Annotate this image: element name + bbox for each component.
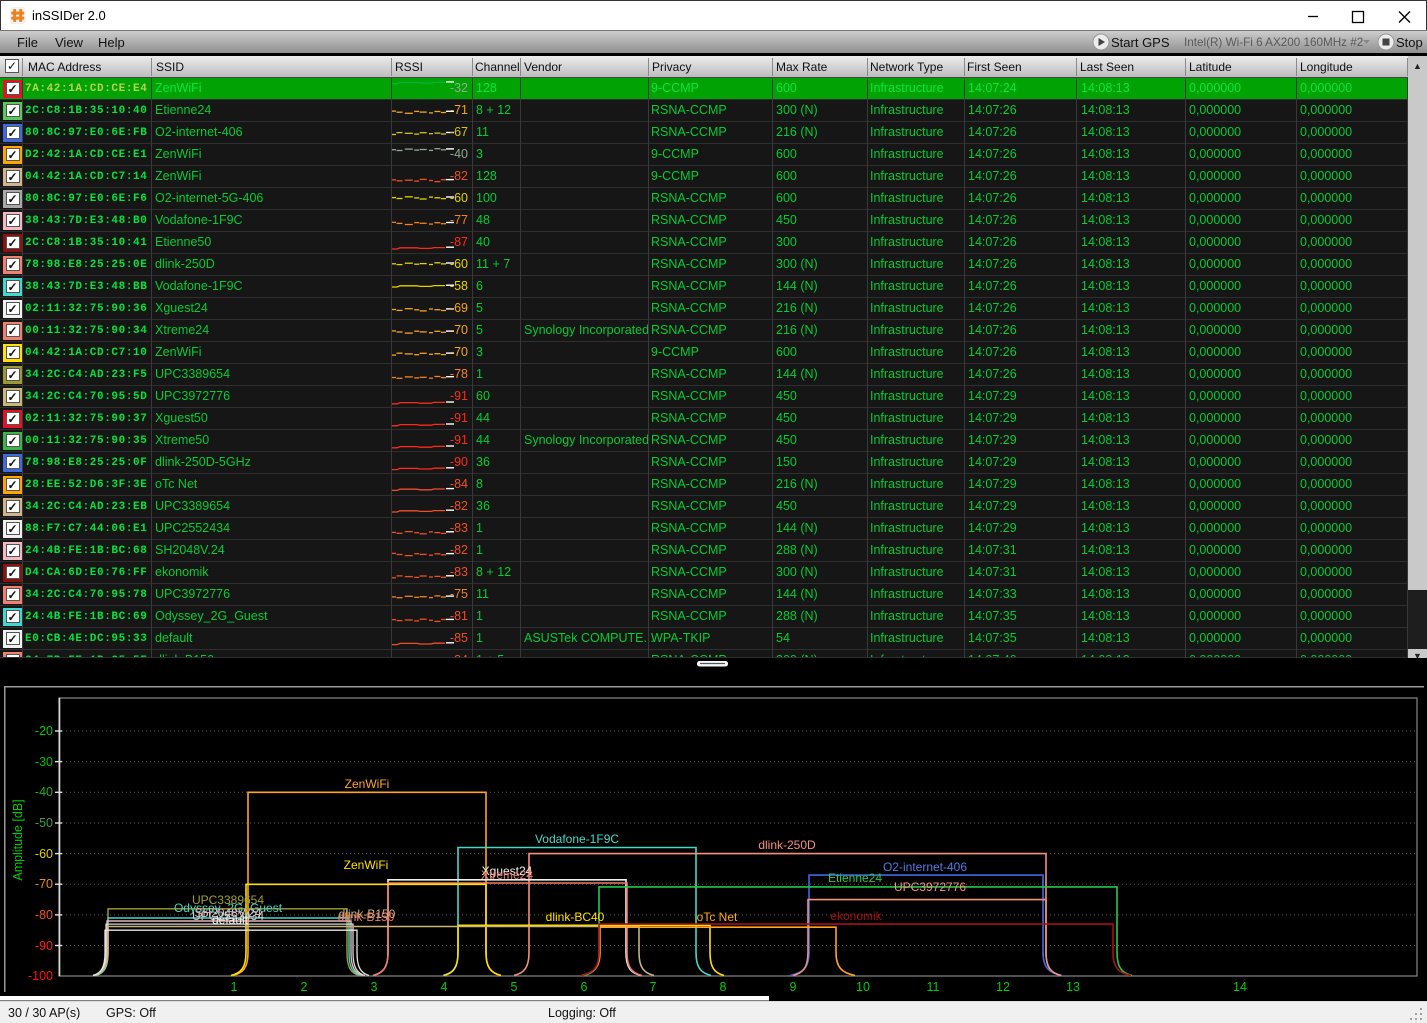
svg-text:14: 14 [1233, 980, 1247, 994]
svg-text:Xtreme24: Xtreme24 [481, 868, 533, 882]
svg-text:-90: -90 [35, 939, 53, 953]
svg-text:-100: -100 [28, 969, 53, 983]
svg-text:Amplitude [dB]: Amplitude [dB] [11, 799, 25, 880]
svg-text:2: 2 [301, 980, 308, 994]
svg-text:ekonomik: ekonomik [830, 909, 882, 923]
svg-text:7: 7 [650, 980, 657, 994]
svg-text:12: 12 [996, 980, 1010, 994]
svg-text:Vodafone-1F9C: Vodafone-1F9C [535, 832, 619, 846]
svg-text:dlink-250D: dlink-250D [758, 838, 816, 852]
svg-text:ZenWiFi: ZenWiFi [345, 777, 390, 791]
svg-text:-60: -60 [35, 847, 53, 861]
svg-text:-40: -40 [35, 785, 53, 799]
svg-text:13: 13 [1066, 980, 1080, 994]
svg-text:3: 3 [371, 980, 378, 994]
svg-text:dlink-B150: dlink-B150 [338, 910, 395, 924]
svg-text:5: 5 [511, 980, 518, 994]
svg-text:ZenWiFi: ZenWiFi [344, 858, 389, 872]
svg-text:Etienne24: Etienne24 [828, 871, 882, 885]
svg-text:9: 9 [790, 980, 797, 994]
svg-text:-80: -80 [35, 908, 53, 922]
svg-text:-50: -50 [35, 816, 53, 830]
svg-text:-20: -20 [35, 724, 53, 738]
svg-text:-30: -30 [35, 755, 53, 769]
svg-text:10: 10 [856, 980, 870, 994]
svg-text:dlink-BC40: dlink-BC40 [546, 910, 605, 924]
svg-text:6: 6 [581, 980, 588, 994]
svg-text:11: 11 [927, 980, 940, 994]
svg-text:O2-internet-406: O2-internet-406 [883, 860, 967, 874]
svg-text:default: default [212, 913, 249, 927]
svg-text:UPC3972776: UPC3972776 [894, 880, 966, 894]
svg-text:oTc Net: oTc Net [697, 910, 738, 924]
svg-text:-70: -70 [35, 877, 53, 891]
svg-text:4: 4 [441, 980, 448, 994]
svg-text:1: 1 [231, 980, 238, 994]
svg-text:8: 8 [720, 980, 727, 994]
